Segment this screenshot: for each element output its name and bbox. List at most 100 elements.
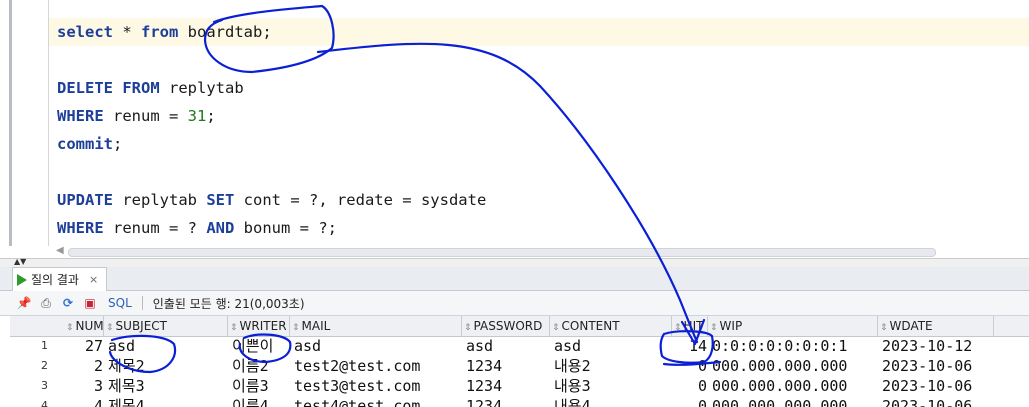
table-cell[interactable]: test3@test.com xyxy=(292,376,464,396)
toolbar-divider xyxy=(141,296,143,310)
sort-icon[interactable]: ⇕ xyxy=(880,323,888,333)
column-header-label: NUM xyxy=(75,319,104,333)
sort-icon[interactable]: ⇕ xyxy=(230,323,238,333)
sql-text: boardtab; xyxy=(178,23,272,41)
table-cell[interactable]: 제목2 xyxy=(106,356,230,376)
table-cell[interactable]: 내용2 xyxy=(552,356,674,376)
table-cell[interactable]: 내용3 xyxy=(552,376,674,396)
column-header-subject[interactable]: ⇕ SUBJECT xyxy=(104,316,228,336)
row-number: 4 xyxy=(41,399,48,407)
table-cell[interactable]: asd xyxy=(552,336,674,356)
sql-keyword: FROM xyxy=(122,79,160,97)
sort-icon[interactable]: ⇕ xyxy=(552,323,560,333)
table-cell[interactable]: test2@test.com xyxy=(292,356,464,376)
sort-icon[interactable]: ⇕ xyxy=(464,323,472,333)
sort-icon[interactable]: ⇕ xyxy=(66,323,74,333)
column-header-label: CONTENT xyxy=(561,319,620,333)
table-cell[interactable]: 내용4 xyxy=(552,396,674,407)
sql-keyword: DELETE xyxy=(57,79,113,97)
code-line[interactable]: select * from boardtab; xyxy=(49,18,1029,46)
table-cell[interactable]: 2 xyxy=(66,356,106,376)
results-tabbar: 질의 결과 × xyxy=(0,267,1029,291)
column-header-password[interactable]: ⇕ PASSWORD xyxy=(462,316,550,336)
table-cell[interactable]: 14 xyxy=(674,336,710,356)
refresh-icon[interactable]: ⟳ xyxy=(60,295,76,311)
code-line[interactable]: commit; xyxy=(49,130,1029,158)
table-cell[interactable]: 0 xyxy=(674,376,710,396)
table-cell[interactable]: 2023-10-06 xyxy=(880,356,996,376)
sort-icon[interactable]: ⇕ xyxy=(106,323,114,333)
code-line[interactable]: WHERE renum = 31; xyxy=(49,102,1029,130)
sort-icon[interactable]: ⇕ xyxy=(674,323,682,333)
splitter-arrows-icon[interactable]: ▲▼ xyxy=(14,258,26,266)
table-cell[interactable]: 000.000.000.000 xyxy=(710,356,880,376)
column-header-wdate[interactable]: ⇕ WDATE xyxy=(878,316,994,336)
table-cell[interactable]: 1234 xyxy=(464,376,552,396)
column-header-label: PASSWORD xyxy=(473,319,543,333)
code-line[interactable]: UPDATE replytab SET cont = ?, redate = s… xyxy=(49,186,1029,214)
grid-header: ⇕ NUM ⇕ SUBJECT ⇕ WRITER ⇕ MAIL ⇕ PASSWORD ⇕ CONTEN… xyxy=(10,316,1029,337)
table-cell[interactable]: 이름3 xyxy=(230,376,292,396)
column-header-content[interactable]: ⇕ CONTENT xyxy=(550,316,672,336)
table-cell[interactable]: 이쁜이 xyxy=(230,336,292,356)
table-cell[interactable]: 000.000.000.000 xyxy=(710,376,880,396)
table-cell[interactable]: 2023-10-06 xyxy=(880,376,996,396)
sql-keyword: AND xyxy=(206,219,235,237)
sort-icon[interactable]: ⇕ xyxy=(710,323,718,333)
code-line[interactable] xyxy=(49,46,1029,74)
table-cell[interactable]: asd xyxy=(106,336,230,356)
table-row[interactable]: 2 2 제목2 이름2 test2@test.com 1234 내용2 0 000.000.00… xyxy=(10,356,1029,376)
table-row[interactable]: 1 27 asd 이쁜이 asd asd asd 14 0:0:0:0:0:0:0:1 2023-… xyxy=(10,336,1029,356)
column-header-mail[interactable]: ⇕ MAIL xyxy=(290,316,462,336)
editor-horizontal-scrollbar[interactable]: ◀ xyxy=(54,245,936,257)
column-header-hit[interactable]: ⇕ HIT xyxy=(672,316,708,336)
table-cell[interactable]: 0:0:0:0:0:0:0:1 xyxy=(710,336,880,356)
column-header-writer[interactable]: ⇕ WRITER xyxy=(228,316,290,336)
sql-button[interactable]: SQL xyxy=(108,296,132,310)
code-line[interactable]: DELETE FROM replytab xyxy=(49,74,1029,102)
column-header-wip[interactable]: ⇕ WIP xyxy=(708,316,878,336)
table-cell[interactable]: test4@test.com xyxy=(292,396,464,407)
code-line[interactable] xyxy=(49,158,1029,186)
sql-text: replytab xyxy=(159,79,244,97)
sql-editor[interactable]: select * from boardtab; DELETE FROM reply… xyxy=(0,0,1029,246)
sql-keyword: SET xyxy=(206,191,235,209)
table-cell[interactable]: 4 xyxy=(66,396,106,407)
table-row[interactable]: 3 3 제목3 이름3 test3@test.com 1234 내용3 0 000.000.00… xyxy=(10,376,1029,396)
table-cell[interactable]: 3 xyxy=(66,376,106,396)
scrollbar-thumb[interactable] xyxy=(68,248,936,257)
print-icon[interactable]: ⎙ xyxy=(38,295,54,311)
table-cell[interactable]: asd xyxy=(292,336,464,356)
table-cell[interactable]: 이름2 xyxy=(230,356,292,376)
pin-icon[interactable]: 📌 xyxy=(16,295,32,311)
table-cell[interactable]: 제목4 xyxy=(106,396,230,407)
sql-keyword: WHERE xyxy=(57,219,104,237)
table-cell[interactable]: 2023-10-06 xyxy=(880,396,996,407)
table-cell[interactable]: 000.000.000.000 xyxy=(710,396,880,407)
table-cell[interactable]: 1234 xyxy=(464,396,552,407)
sort-icon[interactable]: ⇕ xyxy=(292,323,300,333)
sql-keyword: WHERE xyxy=(57,107,104,125)
column-header-num[interactable]: ⇕ NUM xyxy=(64,316,104,336)
table-cell[interactable]: 2023-10-12 xyxy=(880,336,996,356)
sql-keyword: UPDATE xyxy=(57,191,113,209)
table-cell[interactable]: 이름4 xyxy=(230,396,292,407)
sql-text: ; xyxy=(113,135,123,153)
code-line[interactable]: WHERE renum = ? AND bonum = ?; xyxy=(49,214,1029,242)
table-cell[interactable]: asd xyxy=(464,336,552,356)
row-number: 2 xyxy=(41,359,48,372)
results-grid[interactable]: ⇕ NUM ⇕ SUBJECT ⇕ WRITER ⇕ MAIL ⇕ PASSWORD ⇕ CONTEN… xyxy=(10,316,1029,407)
close-icon[interactable]: × xyxy=(89,273,98,286)
table-cell[interactable]: 27 xyxy=(66,336,106,356)
table-cell[interactable]: 0 xyxy=(674,356,710,376)
run-result-icon xyxy=(17,273,27,286)
table-cell[interactable]: 0 xyxy=(674,396,710,407)
export-icon[interactable]: ▣ xyxy=(82,295,98,311)
tab-query-result[interactable]: 질의 결과 × xyxy=(12,267,108,291)
sql-keyword: from xyxy=(141,23,179,41)
scroll-left-icon[interactable]: ◀ xyxy=(56,245,64,257)
editor-gutter xyxy=(0,0,14,246)
table-cell[interactable]: 제목3 xyxy=(106,376,230,396)
table-row[interactable]: 4 4 제목4 이름4 test4@test.com 1234 내용4 0 000.000.00… xyxy=(10,396,1029,407)
table-cell[interactable]: 1234 xyxy=(464,356,552,376)
